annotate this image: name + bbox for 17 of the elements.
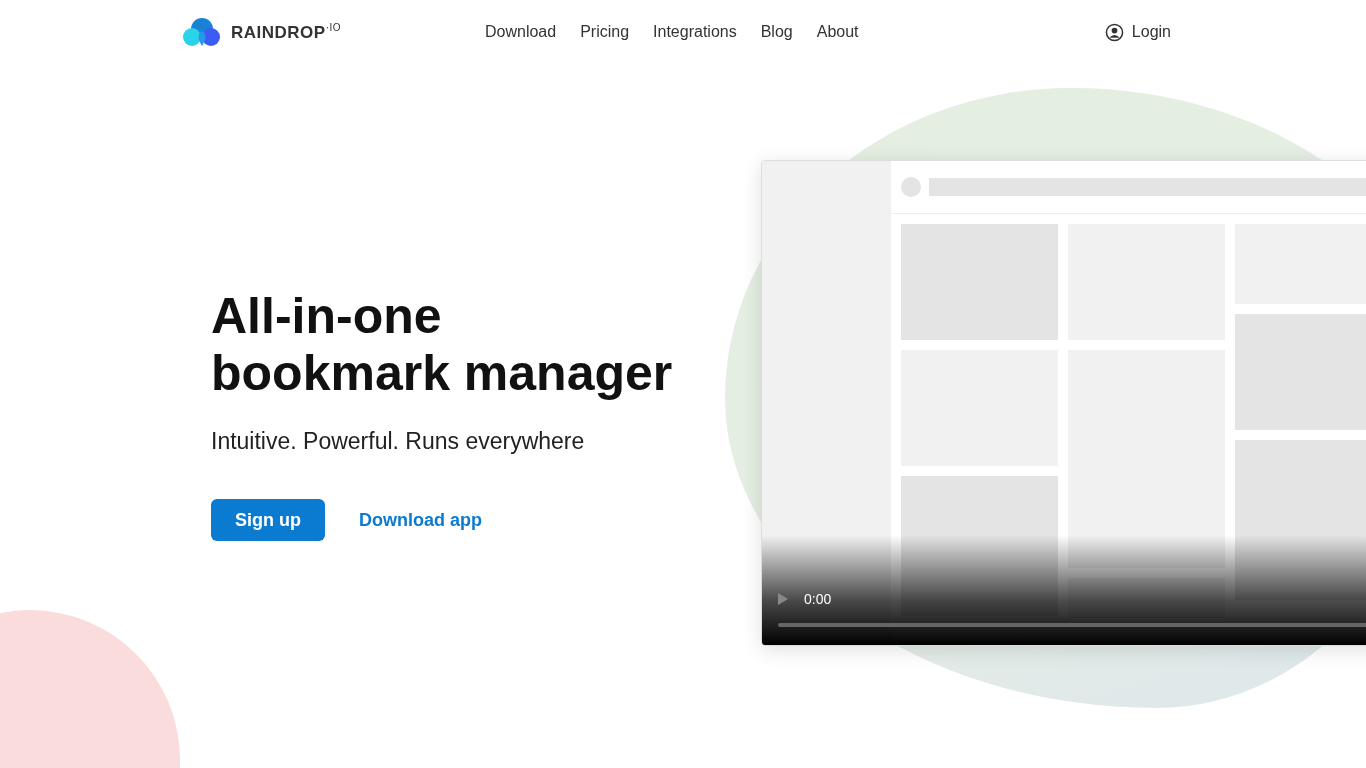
login-link[interactable]: Login	[1104, 22, 1171, 42]
logo-text: RAINDROP$^{·IO}$	[231, 21, 342, 43]
video-player[interactable]: 0:00	[761, 160, 1366, 646]
nav-link[interactable]: About	[816, 23, 859, 41]
video-progress-track[interactable]	[778, 623, 1366, 627]
nav-link[interactable]: Integrations	[653, 23, 737, 41]
sign-up-button[interactable]: Sign up	[211, 499, 325, 541]
play-icon[interactable]	[778, 593, 788, 605]
video-time: 0:00	[804, 591, 832, 607]
hero-title: All-in-one bookmark manager	[211, 288, 674, 402]
cloud-logo-icon	[183, 17, 221, 47]
nav-link[interactable]: Pricing	[580, 23, 630, 41]
nav-link[interactable]: Blog	[760, 23, 793, 41]
nav-link[interactable]: Download	[485, 23, 557, 41]
download-app-link[interactable]: Download app	[359, 509, 482, 531]
user-icon	[1104, 22, 1124, 42]
hero-subtitle: Intuitive. Powerful. Runs everywhere	[211, 428, 586, 455]
